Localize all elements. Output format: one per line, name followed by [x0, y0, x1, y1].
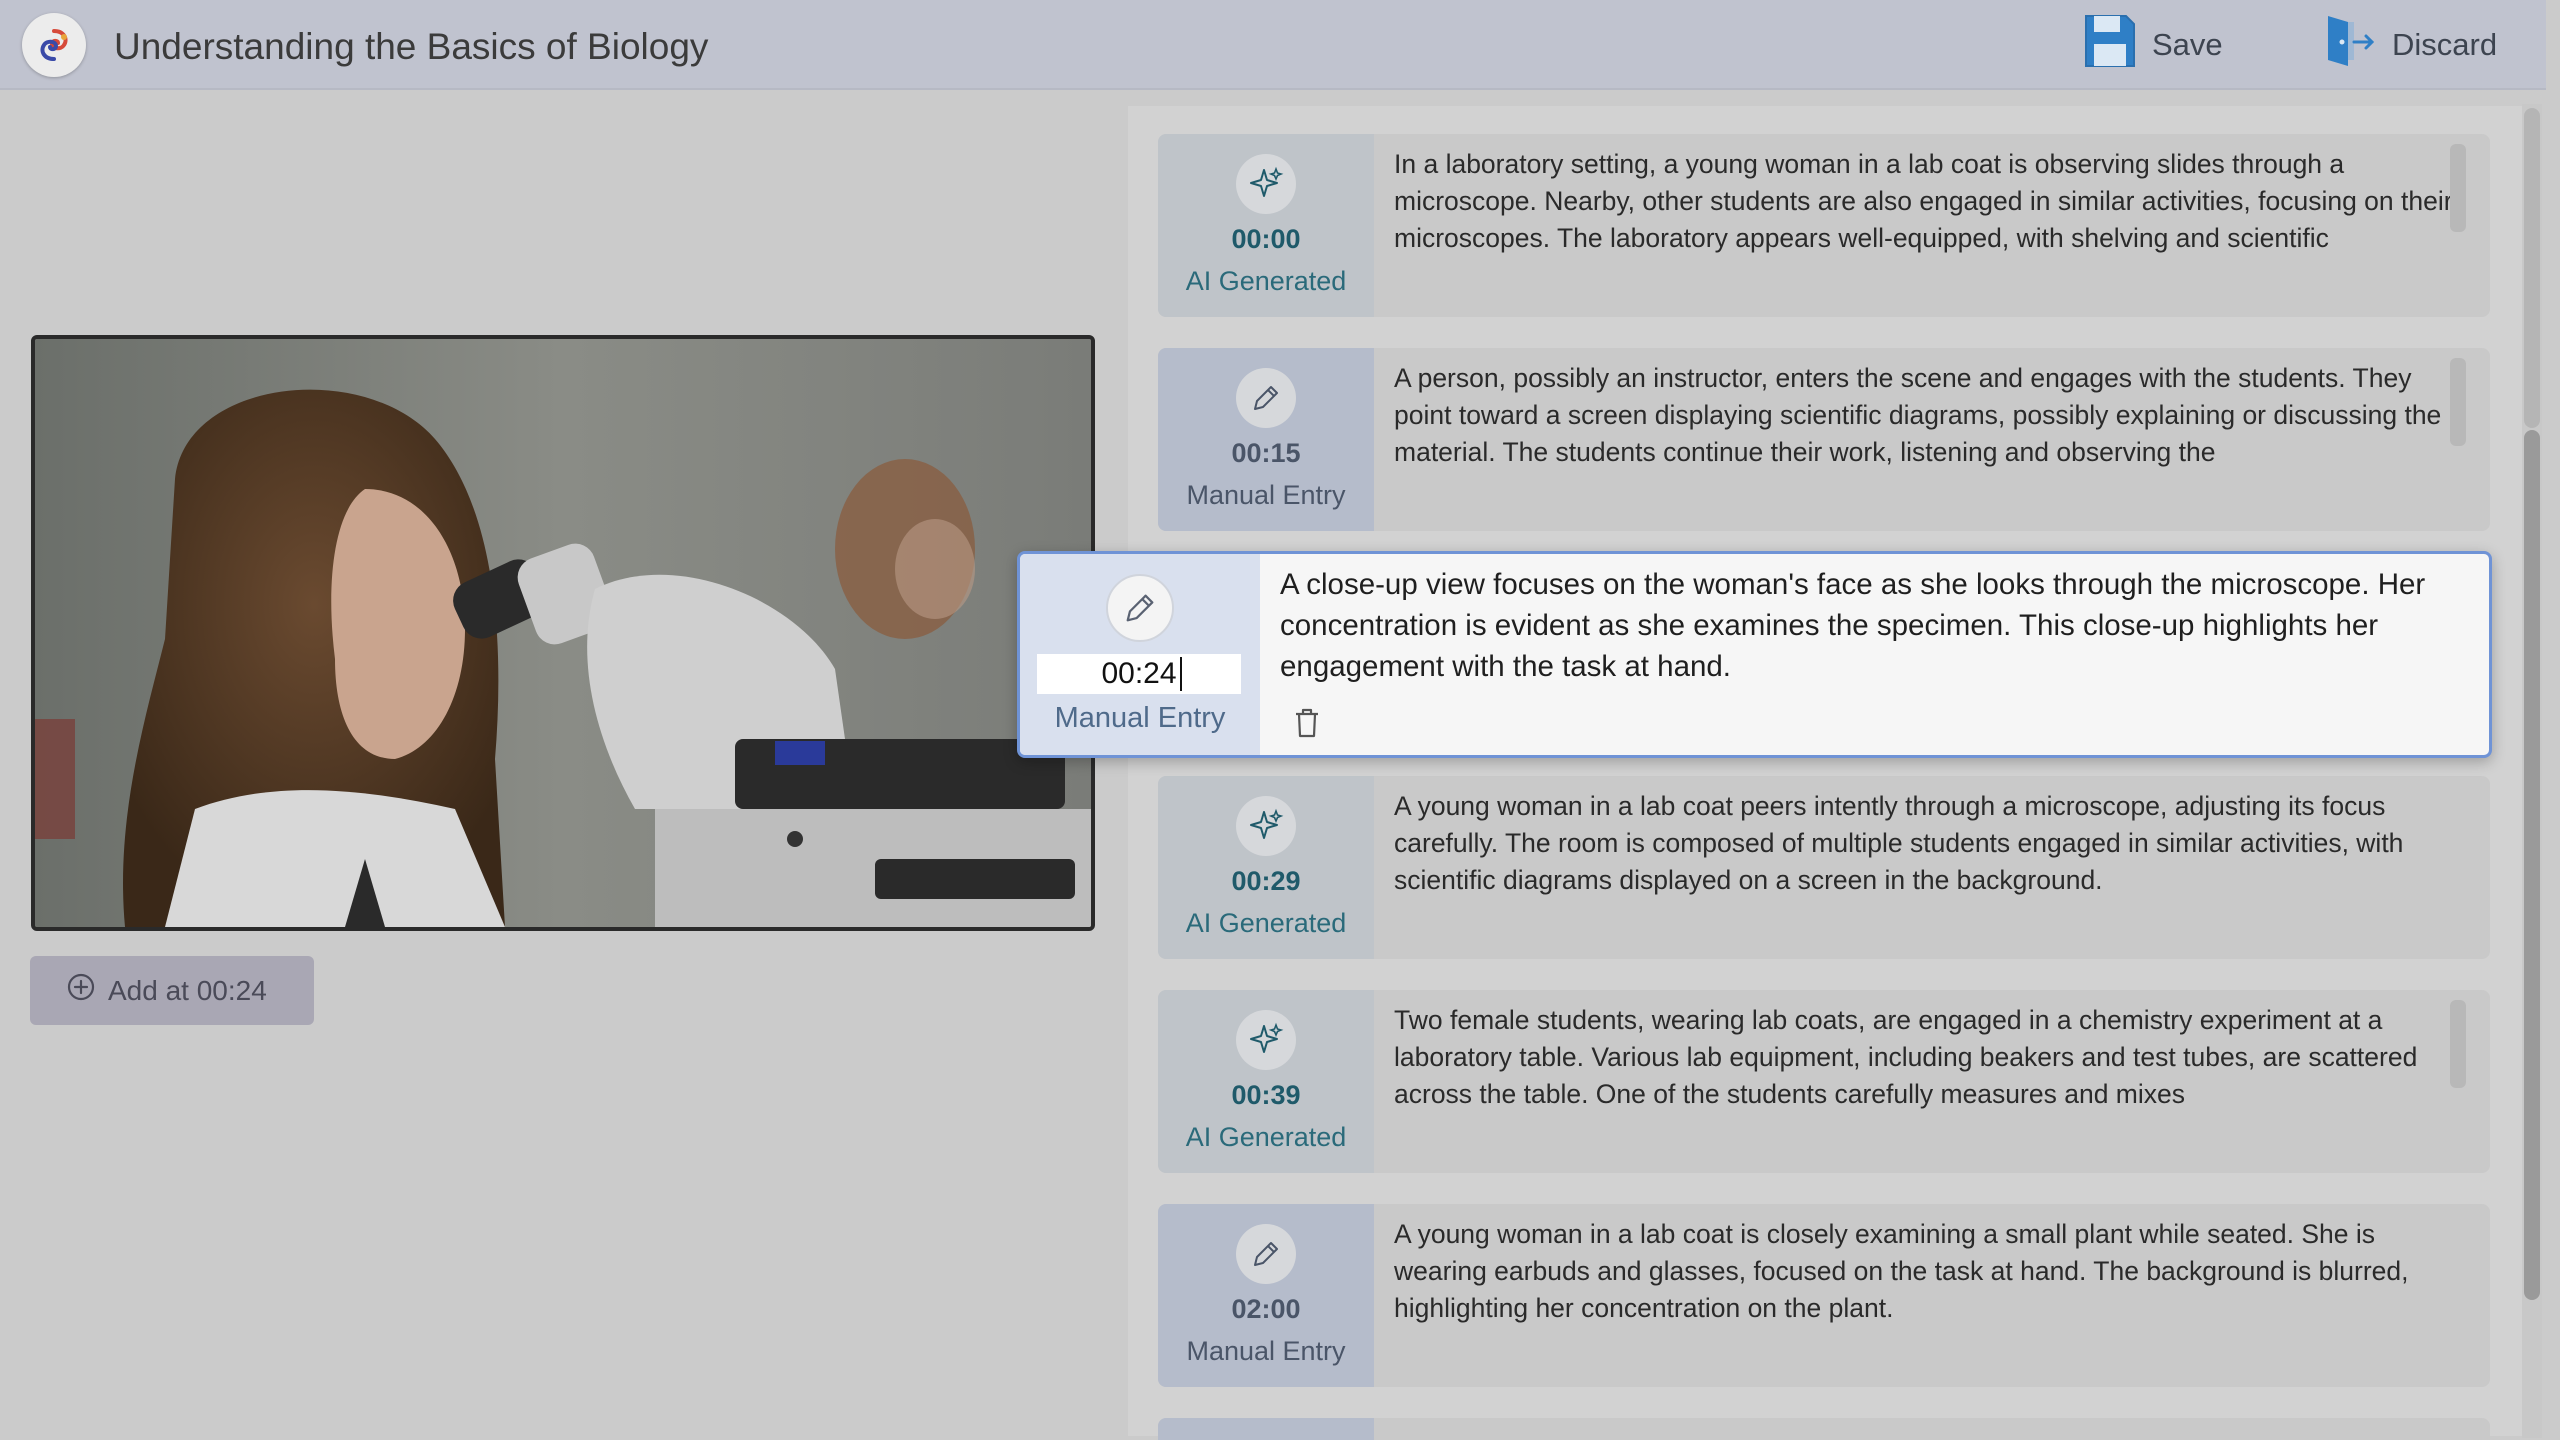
- discard-button[interactable]: Discard: [2322, 14, 2497, 76]
- entry-meta: Manual Entry: [1020, 554, 1260, 755]
- entry-description[interactable]: Two female students, wearing lab coats, …: [1394, 1002, 2454, 1122]
- scrollbar-track-segment: [2524, 430, 2540, 1300]
- entry-kind: Manual Entry: [1186, 1336, 1346, 1366]
- add-entry-label: Add at 00:24: [108, 974, 267, 1006]
- entry-meta: [1158, 1418, 1374, 1440]
- entry-scrollbar[interactable]: [2450, 358, 2466, 446]
- list-item[interactable]: 00:15 Manual Entry A person, possibly an…: [1158, 348, 2490, 531]
- swirl-logo-icon[interactable]: [22, 13, 86, 77]
- list-item[interactable]: [1158, 1418, 2490, 1440]
- pencil-icon: [1106, 574, 1174, 642]
- entry-description[interactable]: A young woman in a lab coat peers intent…: [1394, 788, 2454, 908]
- video-frame-image: [35, 339, 1091, 927]
- entry-kind: Manual Entry: [1186, 480, 1346, 510]
- sparkle-icon: [1236, 796, 1296, 856]
- entry-timestamp: 00:29: [1231, 866, 1301, 896]
- entry-timestamp: 00:15: [1231, 438, 1301, 468]
- entry-scrollbar[interactable]: [2450, 1000, 2466, 1088]
- entry-description-editor[interactable]: A close-up view focuses on the woman's f…: [1280, 564, 2470, 687]
- list-item[interactable]: 00:39 AI Generated Two female students, …: [1158, 990, 2490, 1173]
- entry-description[interactable]: A person, possibly an instructor, enters…: [1394, 360, 2454, 480]
- plus-circle-icon: [66, 972, 96, 1009]
- sparkle-icon: [1236, 154, 1296, 214]
- entry-meta: 00:00 AI Generated: [1158, 134, 1374, 317]
- floppy-disk-icon: [2082, 12, 2138, 78]
- entry-meta: 00:15 Manual Entry: [1158, 348, 1374, 531]
- entry-timestamp: 00:39: [1231, 1080, 1301, 1110]
- pencil-icon: [1236, 368, 1296, 428]
- pencil-icon: [1236, 1224, 1296, 1284]
- text-caret: [1180, 657, 1182, 691]
- timestamp-input[interactable]: [1037, 654, 1241, 694]
- save-button[interactable]: Save: [2082, 14, 2223, 76]
- entry-description[interactable]: A young woman in a lab coat is closely e…: [1394, 1216, 2454, 1336]
- page-title: Understanding the Basics of Biology: [114, 26, 709, 67]
- list-item[interactable]: 00:00 AI Generated In a laboratory setti…: [1158, 134, 2490, 317]
- video-player[interactable]: [31, 335, 1095, 931]
- entry-kind: Manual Entry: [1054, 702, 1226, 734]
- discard-button-label: Discard: [2392, 27, 2498, 62]
- trash-icon[interactable]: [1292, 706, 1322, 745]
- entry-meta: 02:00 Manual Entry: [1158, 1204, 1374, 1387]
- app-header: Understanding the Basics of Biology Save…: [0, 0, 2546, 90]
- add-entry-button[interactable]: Add at 00:24: [30, 956, 314, 1025]
- entry-meta: 00:39 AI Generated: [1158, 990, 1374, 1173]
- entry-meta: 00:29 AI Generated: [1158, 776, 1374, 959]
- entry-scrollbar[interactable]: [2450, 144, 2466, 232]
- sparkle-icon: [1236, 1010, 1296, 1070]
- scrollbar-thumb[interactable]: [2524, 108, 2540, 428]
- entry-description[interactable]: In a laboratory setting, a young woman i…: [1394, 146, 2454, 266]
- list-item[interactable]: 00:29 AI Generated A young woman in a la…: [1158, 776, 2490, 959]
- entry-timestamp: 02:00: [1231, 1294, 1301, 1324]
- entry-kind: AI Generated: [1185, 908, 1347, 938]
- entry-kind: AI Generated: [1185, 1122, 1347, 1152]
- exit-door-icon: [2322, 12, 2378, 78]
- entry-kind: AI Generated: [1185, 266, 1347, 296]
- save-button-label: Save: [2152, 27, 2223, 62]
- list-item[interactable]: 02:00 Manual Entry A young woman in a la…: [1158, 1204, 2490, 1387]
- entry-timestamp: 00:00: [1231, 224, 1301, 254]
- active-entry-editor[interactable]: Manual Entry A close-up view focuses on …: [1017, 551, 2492, 758]
